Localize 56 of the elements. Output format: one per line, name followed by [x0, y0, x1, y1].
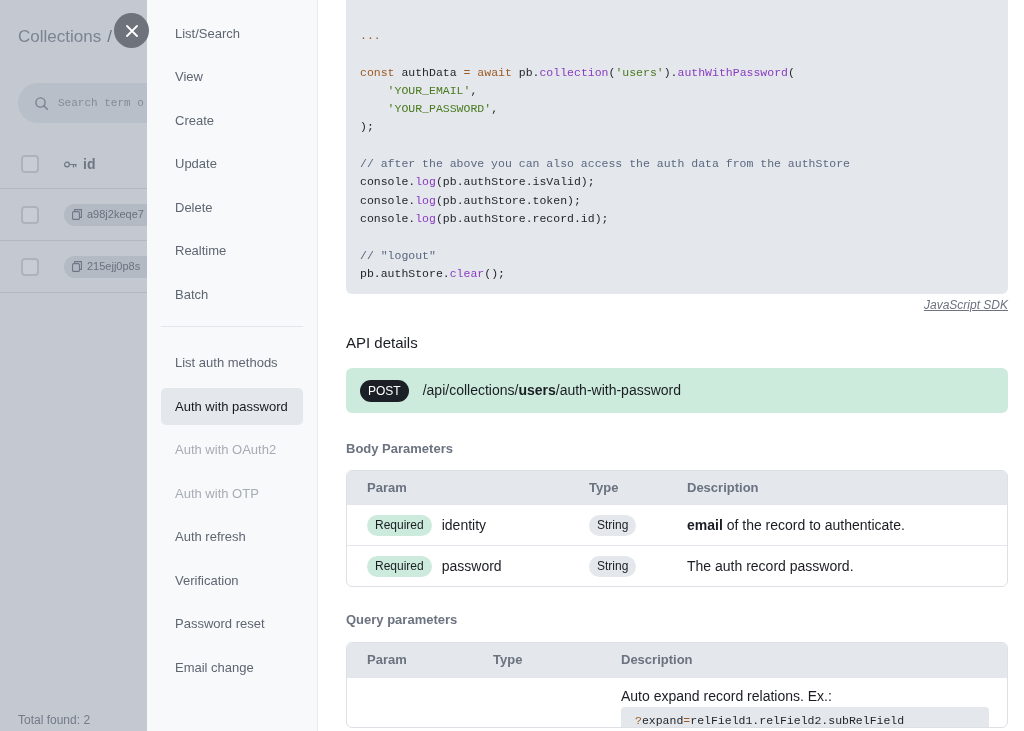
section-label: Query parameters — [346, 612, 459, 629]
param-name: password — [441, 556, 502, 576]
code-line: console.log(pb.authStore.token); — [360, 192, 582, 209]
endpoint-path: /api/collections/users/auth-with-password — [422, 381, 682, 401]
column-header: Description — [601, 643, 1007, 678]
key-icon — [64, 160, 77, 168]
sidebar-item[interactable]: Batch — [161, 275, 303, 313]
code-line: pb.authStore.clear(); — [360, 265, 506, 282]
code-line: ... — [360, 28, 382, 44]
copy-icon — [72, 261, 82, 272]
column-header: Param — [347, 643, 473, 678]
sdk-link[interactable]: JavaScript SDK — [923, 298, 1008, 313]
code-line: console.log(pb.authStore.record.id); — [360, 210, 610, 227]
param-description: The auth record password. — [687, 557, 854, 574]
sidebar-item[interactable]: Realtime — [161, 232, 303, 269]
code-line: // after the above you can also access the auth data from the authStore — [360, 156, 851, 173]
sidebar-item[interactable]: Auth refresh — [161, 518, 303, 555]
type-badge: String — [589, 556, 637, 578]
code-line: ); — [360, 119, 375, 136]
param-description: Auto expand record relations. Ex.: — [621, 688, 833, 705]
column-header: Description — [667, 471, 1007, 505]
checkbox[interactable] — [21, 205, 39, 224]
checkbox[interactable] — [21, 257, 39, 276]
column-header: Param — [347, 471, 569, 505]
code-line: const authData = await pb.collection('users').authWithPassword( — [360, 64, 796, 81]
param-name: identity — [441, 515, 487, 535]
code-line: 'YOUR_EMAIL', — [386, 82, 479, 99]
sidebar-item[interactable]: Update — [161, 145, 303, 182]
total-count: Total found: 2 — [17, 713, 92, 729]
code-line: 'YOUR_PASSWORD', — [386, 101, 500, 118]
code-example: ?expand=relField1.relField2.subRelField — [621, 707, 989, 728]
type-badge: String — [589, 515, 637, 537]
copy-icon — [72, 209, 82, 220]
code-line: console.log(pb.authStore.isValid); — [360, 174, 596, 191]
method-badge: POST — [360, 379, 409, 402]
required-badge: Required — [367, 555, 432, 577]
sidebar-item[interactable]: Email change — [161, 648, 303, 686]
param-description: email of the record to authenticate. — [687, 516, 905, 533]
sidebar-item[interactable]: Delete — [161, 188, 303, 226]
sidebar-item[interactable]: List/Search — [161, 14, 303, 52]
required-badge: Required — [367, 514, 432, 536]
section-title: API details — [346, 333, 419, 354]
column-header: Type — [473, 643, 601, 678]
sidebar-item[interactable]: View — [161, 58, 303, 95]
sidebar-item[interactable]: Auth with password — [161, 387, 303, 425]
breadcrumb-separator: / — [107, 26, 112, 48]
sidebar-item[interactable]: Verification — [161, 561, 303, 599]
close-icon — [125, 24, 138, 37]
sidebar-item[interactable]: Create — [161, 101, 303, 139]
search-icon — [35, 96, 48, 110]
section-label: Body Parameters — [346, 441, 454, 458]
checkbox[interactable] — [21, 155, 39, 173]
sidebar-item[interactable]: List auth methods — [161, 344, 303, 381]
column-header: Type — [569, 471, 667, 505]
sidebar-item[interactable]: Password reset — [161, 605, 303, 642]
code-line: // "logout" — [360, 247, 437, 264]
